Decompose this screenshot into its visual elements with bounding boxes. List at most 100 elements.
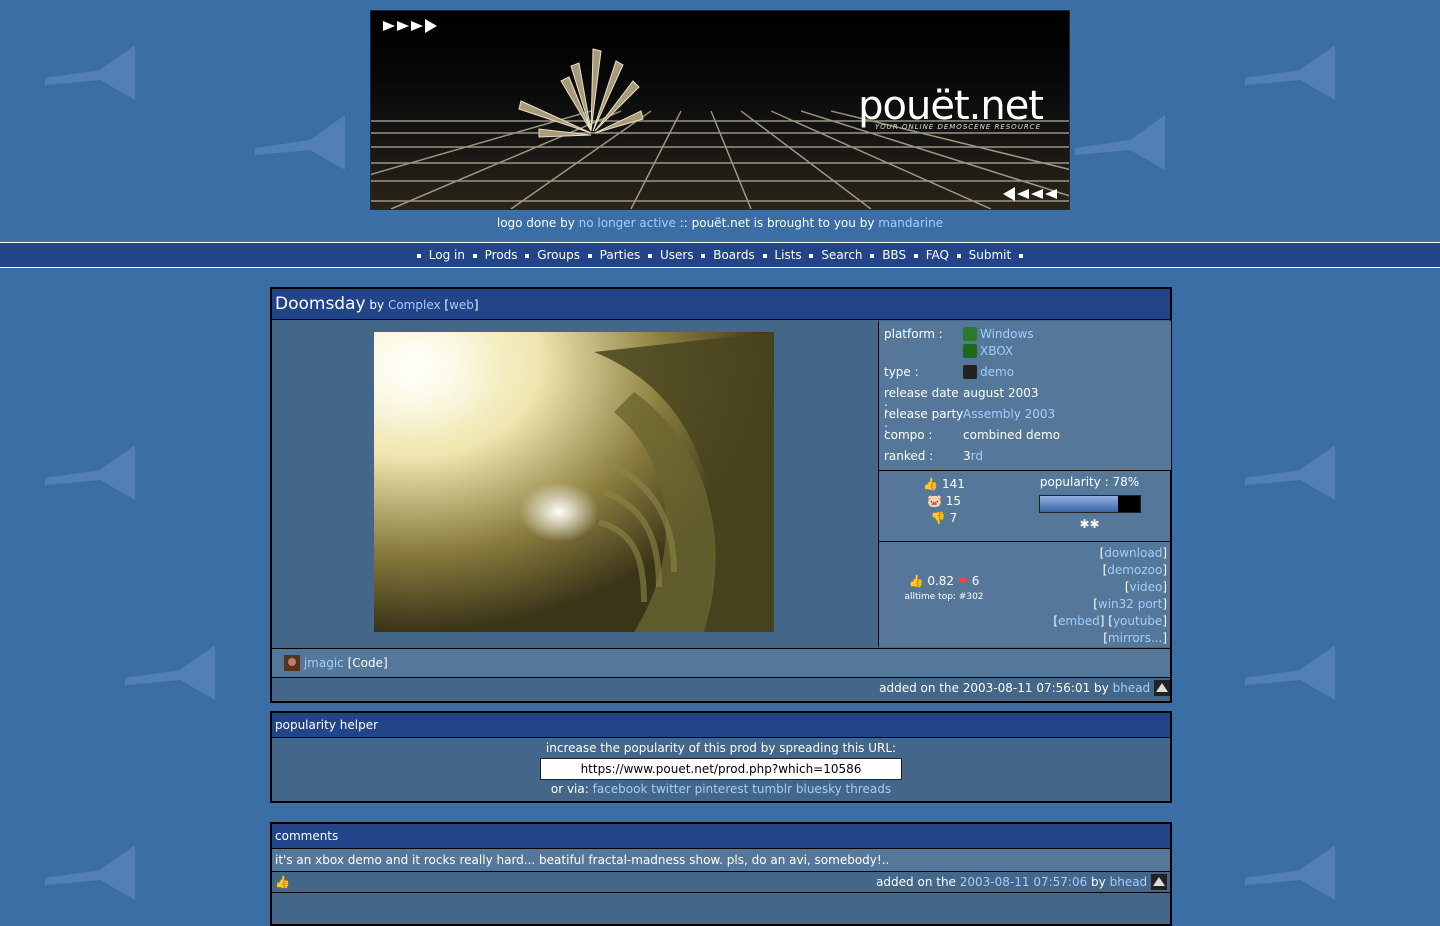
- demozoo-link[interactable]: demozoo: [1107, 563, 1162, 577]
- windows-icon: [963, 327, 977, 341]
- share-pinterest[interactable]: pinterest: [695, 782, 749, 796]
- download-links: [download] [demozoo] [video] [win32 port…: [1009, 542, 1170, 647]
- platform-windows-link[interactable]: Windows: [980, 327, 1034, 341]
- platform-windows: Windows: [963, 327, 1034, 341]
- release-date-value: august 2003: [963, 386, 1039, 400]
- trumpet-pattern-icon: [1245, 445, 1335, 500]
- vote-piggie-row: 🐷 15: [879, 494, 1009, 508]
- xbox-icon: [963, 344, 977, 358]
- logo-author-link[interactable]: no longer active: [579, 216, 676, 230]
- thumb-up-icon: 👍: [923, 477, 939, 491]
- helper-title: popularity helper: [272, 713, 1170, 738]
- share-twitter[interactable]: twitter: [651, 782, 691, 796]
- share-links: or via: facebook twitter pinterest tumbl…: [272, 782, 1170, 796]
- type-value: demo: [963, 365, 1014, 379]
- trumpet-pattern-icon: [45, 845, 135, 900]
- win32-port-link[interactable]: win32 port: [1098, 597, 1162, 611]
- download-link[interactable]: download: [1104, 546, 1162, 560]
- vote-down-row: 👎 7: [879, 511, 1009, 525]
- prod-screenshot[interactable]: [374, 332, 774, 632]
- site-logo-banner[interactable]: pouët.net YOUR ONLINE DEMOSCENE RESOURCE: [370, 10, 1070, 210]
- comment-text: it's an xbox demo and it rocks really ha…: [272, 849, 1170, 872]
- share-tumblr[interactable]: tumblr: [752, 782, 792, 796]
- nav-separator: [587, 253, 592, 258]
- type-link[interactable]: demo: [980, 365, 1014, 379]
- group-link[interactable]: Complex: [388, 298, 441, 312]
- helper-body: increase the popularity of this prod by …: [272, 741, 1170, 796]
- screenshot-area: [272, 321, 877, 647]
- logo-subtitle: YOUR ONLINE DEMOSCENE RESOURCE: [874, 123, 1041, 131]
- ranked-value: 3rd: [963, 449, 983, 463]
- vote-up-count: 141: [941, 477, 965, 491]
- nav-faq[interactable]: FAQ: [926, 248, 949, 262]
- nav-separator: [525, 253, 530, 258]
- trumpet-pattern-icon: [45, 445, 135, 500]
- host-link[interactable]: mandarine: [878, 216, 943, 230]
- mirrors-link[interactable]: mirrors...: [1108, 631, 1162, 645]
- video-link[interactable]: video: [1130, 580, 1163, 594]
- demo-type-icon: [963, 365, 977, 379]
- nav-submit[interactable]: Submit: [969, 248, 1012, 262]
- added-user-link[interactable]: bhead: [1113, 681, 1151, 695]
- nav-login[interactable]: Log in: [429, 248, 465, 262]
- nav-search[interactable]: Search: [821, 248, 862, 262]
- user-avatar: [1151, 874, 1167, 890]
- comment-user-link[interactable]: bhead: [1110, 875, 1148, 889]
- platform-label: platform :: [884, 327, 943, 341]
- nav-prods[interactable]: Prods: [485, 248, 518, 262]
- alltime-rank: alltime top: #302: [904, 592, 984, 602]
- popularity-label: popularity : 78%: [1039, 475, 1140, 489]
- thumb-down-icon: 👎: [930, 511, 946, 525]
- share-url-input[interactable]: [540, 758, 902, 780]
- popularity-box: popularity : 78% ✱✱: [1009, 471, 1170, 542]
- comments-title: comments: [272, 824, 1170, 849]
- platform-xbox: XBOX: [963, 344, 1013, 358]
- nav-separator: [472, 253, 477, 258]
- piggie-icon: 🐷: [926, 494, 942, 508]
- nav-groups[interactable]: Groups: [537, 248, 580, 262]
- trumpet-pattern-icon: [1245, 45, 1335, 100]
- popularity-bar-fill: [1039, 496, 1118, 512]
- added-row: added on the 2003-08-11 07:56:01 by bhea…: [272, 678, 1170, 699]
- credit-role: [Code]: [347, 656, 388, 670]
- comment-date-link[interactable]: 2003-08-11 07:57:06: [960, 875, 1087, 889]
- platform-xbox-link[interactable]: XBOX: [980, 344, 1013, 358]
- nav-separator: [416, 253, 421, 258]
- nav-separator: [913, 253, 918, 258]
- release-party-link[interactable]: Assembly 2003: [963, 407, 1055, 421]
- popularity-helper-box: popularity helper increase the popularit…: [270, 711, 1172, 803]
- nav-separator: [701, 253, 706, 258]
- nav-lists[interactable]: Lists: [774, 248, 801, 262]
- embed-link[interactable]: embed: [1058, 614, 1100, 628]
- nav-parties[interactable]: Parties: [600, 248, 641, 262]
- helper-text: increase the popularity of this prod by …: [545, 741, 897, 755]
- prod-info-panel: platform : Windows XBOX type : demo rele…: [878, 321, 1171, 471]
- nav-separator: [870, 253, 875, 258]
- nav-separator: [956, 253, 961, 258]
- youtube-link[interactable]: youtube: [1113, 614, 1162, 628]
- prod-header: Doomsday by Complex [web]: [272, 289, 1170, 320]
- nav-separator: [809, 253, 814, 258]
- ranked-label: ranked :: [884, 449, 934, 463]
- share-via-label: or via:: [550, 782, 589, 796]
- trumpet-pattern-icon: [1075, 115, 1165, 170]
- prod-box: Doomsday by Complex [web] platform: Win…: [270, 287, 1172, 703]
- trumpet-pattern-icon: [1245, 645, 1335, 700]
- nav-boards[interactable]: Boards: [713, 248, 755, 262]
- popularity-sparkle-icon: ✱✱: [1079, 517, 1100, 531]
- vote-counts: 👍 141 🐷 15 👎 7: [878, 471, 1010, 542]
- credits-row: jmagic [Code]: [272, 648, 1170, 678]
- nav-users[interactable]: Users: [660, 248, 694, 262]
- average-row: 👍 0.82 ❤ 6: [879, 574, 1009, 588]
- share-threads[interactable]: threads: [846, 782, 892, 796]
- group-web-link[interactable]: web: [449, 298, 474, 312]
- credit-user-link[interactable]: jmagic: [304, 656, 344, 670]
- user-avatar: [1154, 680, 1170, 696]
- main-nav: Log in Prods Groups Parties Users Boards…: [0, 242, 1440, 268]
- share-facebook[interactable]: facebook: [593, 782, 648, 796]
- share-bluesky[interactable]: bluesky: [796, 782, 842, 796]
- nav-bbs[interactable]: BBS: [882, 248, 906, 262]
- type-label: type :: [884, 365, 919, 379]
- trumpet-pattern-icon: [1245, 845, 1335, 900]
- average-rating-box: 👍 0.82 ❤ 6 alltime top: #302: [878, 542, 1010, 647]
